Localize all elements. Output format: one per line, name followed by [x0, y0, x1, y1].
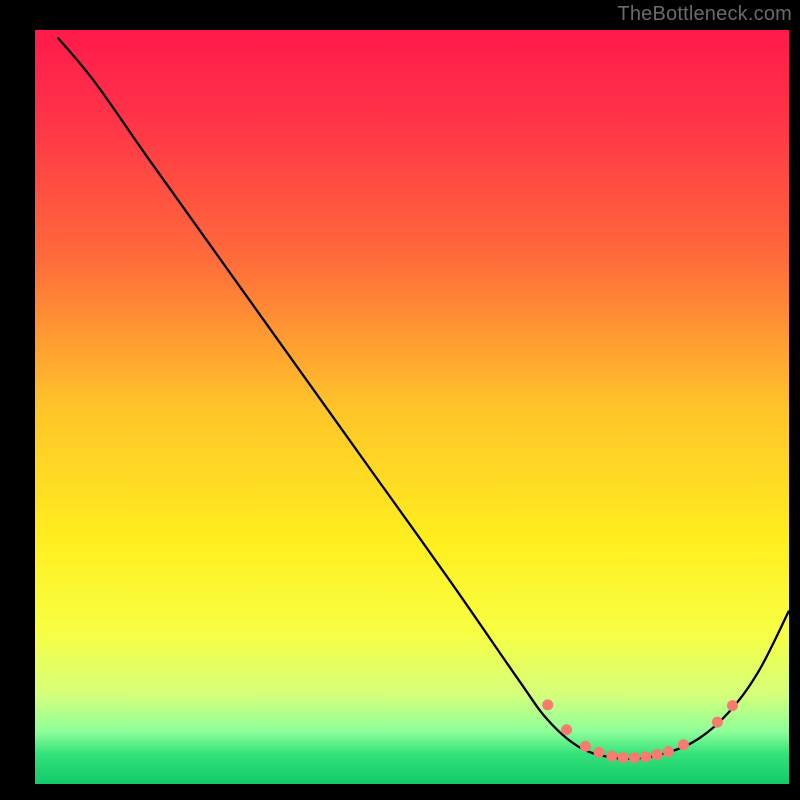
- plot-area: [35, 30, 789, 784]
- marker-dot: [652, 749, 663, 760]
- marker-dot: [712, 717, 723, 728]
- marker-dot: [640, 751, 651, 762]
- chart-frame: TheBottleneck.com: [0, 0, 800, 800]
- marker-dot: [629, 752, 640, 763]
- curve-layer: [35, 30, 789, 784]
- watermark-text: TheBottleneck.com: [617, 3, 792, 26]
- marker-dot: [663, 746, 674, 757]
- marker-dot: [727, 700, 738, 711]
- marker-dot: [678, 739, 689, 750]
- marker-dot: [606, 751, 617, 762]
- marker-dot: [561, 724, 572, 735]
- marker-dot: [593, 747, 604, 758]
- bottleneck-curve: [58, 38, 789, 759]
- marker-dot: [580, 741, 591, 752]
- marker-dot: [618, 752, 629, 763]
- marker-dot: [542, 699, 553, 710]
